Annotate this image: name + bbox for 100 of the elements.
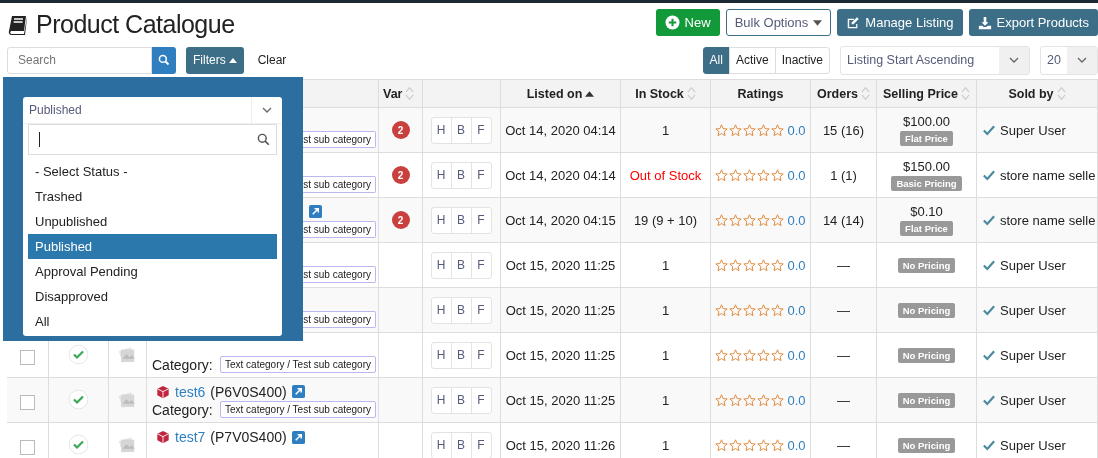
flag-button[interactable]: H bbox=[430, 296, 452, 324]
flag-button[interactable]: B bbox=[450, 251, 472, 279]
selling-price: $0.10 bbox=[910, 204, 943, 219]
flag-button[interactable]: B bbox=[450, 386, 472, 414]
flag-button[interactable]: B bbox=[450, 206, 472, 234]
status-option[interactable]: - Select Status - bbox=[28, 159, 277, 184]
chevron-down-icon bbox=[1077, 57, 1087, 63]
sort-select[interactable]: Listing Start Ascending bbox=[840, 45, 1030, 75]
caret-down-icon bbox=[813, 19, 823, 26]
sort-ascending-icon[interactable] bbox=[585, 90, 595, 97]
star-icon bbox=[743, 348, 757, 362]
sort-icon[interactable] bbox=[1056, 86, 1066, 101]
sort-icon[interactable] bbox=[961, 86, 970, 101]
status-option[interactable]: Trashed bbox=[28, 184, 277, 209]
flag-button[interactable]: H bbox=[430, 206, 452, 234]
status-select[interactable]: Published bbox=[23, 97, 282, 124]
category-tag: st sub category bbox=[302, 311, 376, 328]
external-link-icon[interactable] bbox=[291, 385, 305, 398]
flag-button[interactable]: F bbox=[470, 161, 492, 189]
clear-link[interactable]: Clear bbox=[257, 53, 287, 67]
flag-button[interactable]: B bbox=[450, 341, 472, 369]
flag-button[interactable]: F bbox=[470, 341, 492, 369]
flag-button[interactable]: F bbox=[470, 116, 492, 144]
external-link-icon[interactable] bbox=[309, 205, 322, 218]
column-header[interactable]: Ratings bbox=[737, 86, 784, 101]
variant-count-badge: 2 bbox=[391, 166, 410, 184]
star-icon bbox=[729, 438, 743, 452]
manage-button[interactable]: Manage Listing bbox=[837, 9, 963, 36]
status-option[interactable]: Published bbox=[28, 234, 277, 259]
pricing-type-badge: Basic Pricing bbox=[891, 176, 962, 191]
sort-icon[interactable] bbox=[861, 86, 870, 101]
pricing-type-badge: Flat Price bbox=[900, 131, 953, 146]
category-tag: st sub category bbox=[302, 131, 376, 148]
column-header[interactable]: Sold by bbox=[1008, 86, 1054, 101]
pricing-type-badge: No Pricing bbox=[897, 302, 956, 318]
search-icon bbox=[158, 54, 170, 66]
listed-on-date: Oct 15, 2020 11:25 bbox=[505, 257, 616, 273]
flag-button[interactable]: F bbox=[470, 386, 492, 414]
row-checkbox[interactable] bbox=[20, 395, 35, 410]
flag-button[interactable]: H bbox=[430, 386, 452, 414]
star-icon bbox=[771, 213, 785, 227]
star-icon bbox=[771, 393, 785, 407]
column-header[interactable]: In Stock bbox=[635, 86, 684, 101]
flag-button[interactable]: F bbox=[470, 206, 492, 234]
flag-button[interactable]: H bbox=[430, 341, 452, 369]
stock-count: 1 bbox=[661, 392, 670, 408]
star-icon bbox=[757, 393, 771, 407]
row-checkbox[interactable] bbox=[20, 350, 35, 365]
rating-value: 0.0 bbox=[787, 212, 806, 228]
flag-button[interactable]: F bbox=[470, 431, 492, 458]
column-header[interactable]: Var bbox=[383, 86, 403, 101]
flag-button[interactable]: F bbox=[470, 296, 492, 324]
order-count: — bbox=[837, 347, 850, 363]
column-header[interactable]: Listed on bbox=[526, 86, 583, 101]
status-option[interactable]: All bbox=[28, 309, 277, 334]
flag-button[interactable]: B bbox=[450, 161, 472, 189]
download-icon bbox=[977, 15, 992, 30]
pricing-type-badge: No Pricing bbox=[897, 437, 956, 453]
flag-button[interactable]: F bbox=[470, 251, 492, 279]
star-icon bbox=[729, 168, 743, 182]
flag-button[interactable]: B bbox=[450, 116, 472, 144]
new-button[interactable]: New bbox=[655, 9, 720, 36]
status-option[interactable]: Disapproved bbox=[28, 284, 277, 309]
column-header[interactable]: Selling Price bbox=[883, 86, 958, 101]
flag-button[interactable]: H bbox=[430, 161, 452, 189]
status-tab[interactable]: Inactive bbox=[774, 46, 830, 74]
star-icon bbox=[729, 123, 743, 137]
page-size-select[interactable]: 20 bbox=[1040, 45, 1098, 75]
flag-button[interactable]: H bbox=[430, 431, 452, 458]
star-icon bbox=[715, 168, 729, 182]
star-icon bbox=[757, 258, 771, 272]
status-tab[interactable]: Active bbox=[728, 46, 776, 74]
star-icon bbox=[757, 123, 771, 137]
export-button[interactable]: Export Products bbox=[968, 9, 1098, 36]
product-sku: (P7V0S400) bbox=[210, 429, 287, 445]
column-header[interactable]: Orders bbox=[817, 86, 858, 101]
sort-icon[interactable] bbox=[405, 86, 415, 101]
flag-button[interactable]: H bbox=[430, 116, 452, 144]
product-name-link[interactable]: test7 bbox=[175, 429, 206, 445]
status-option[interactable]: Unpublished bbox=[28, 209, 277, 234]
sort-icon[interactable] bbox=[686, 86, 696, 101]
stock-count: Out of Stock bbox=[629, 167, 702, 183]
listed-on-date: Oct 15, 2020 11:25 bbox=[505, 347, 616, 363]
status-tab[interactable]: All bbox=[702, 46, 730, 74]
flag-button[interactable]: B bbox=[450, 296, 472, 324]
search-field[interactable]: Search bbox=[7, 46, 152, 74]
flag-button[interactable]: H bbox=[430, 251, 452, 279]
seller-name: store name selle bbox=[1000, 212, 1096, 228]
bulk-button[interactable]: Bulk Options bbox=[725, 9, 832, 36]
status-option[interactable]: Approval Pending bbox=[28, 259, 277, 284]
seller-name: Super User bbox=[1000, 302, 1066, 318]
star-icon bbox=[729, 258, 743, 272]
filters-button[interactable]: Filters bbox=[186, 46, 244, 74]
star-icon bbox=[743, 438, 757, 452]
search-button[interactable] bbox=[152, 46, 176, 74]
row-checkbox[interactable] bbox=[20, 440, 35, 455]
product-name-link[interactable]: test6 bbox=[175, 383, 206, 400]
external-link-icon[interactable] bbox=[291, 430, 305, 444]
dropdown-search-field[interactable] bbox=[28, 124, 277, 155]
check-icon bbox=[983, 169, 995, 181]
